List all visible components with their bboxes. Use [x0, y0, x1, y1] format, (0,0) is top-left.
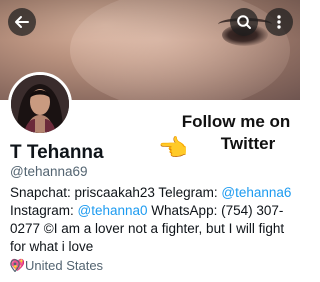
- arrow-left-icon: [15, 16, 29, 28]
- search-button[interactable]: [230, 8, 258, 36]
- avatar[interactable]: [8, 72, 72, 136]
- display-name: T Tehanna: [10, 142, 104, 163]
- location-pin-icon: [10, 259, 20, 272]
- back-button[interactable]: [8, 8, 36, 36]
- pointing-hand-icon: 👈: [158, 135, 188, 162]
- follow-promo-text: Follow me on Twitter: [176, 111, 296, 155]
- handle: @tehanna69: [10, 164, 88, 179]
- more-options-button[interactable]: [265, 8, 293, 36]
- search-icon: [237, 15, 251, 29]
- bio-instagram-label: Instagram:: [10, 203, 78, 218]
- location-text: United States: [25, 258, 104, 273]
- bio-snapchat-text: Snapchat: priscaakah23 Telegram:: [10, 185, 222, 200]
- instagram-handle-link[interactable]: @tehanna0: [78, 203, 148, 218]
- telegram-handle-link[interactable]: @tehanna6: [221, 185, 291, 200]
- avatar-photo: [11, 75, 69, 133]
- promo-line-1: Follow me on: [181, 112, 291, 131]
- promo-line-2: Twitter: [220, 134, 276, 153]
- profile-location: United States: [10, 258, 103, 273]
- more-vertical-icon: [277, 15, 281, 29]
